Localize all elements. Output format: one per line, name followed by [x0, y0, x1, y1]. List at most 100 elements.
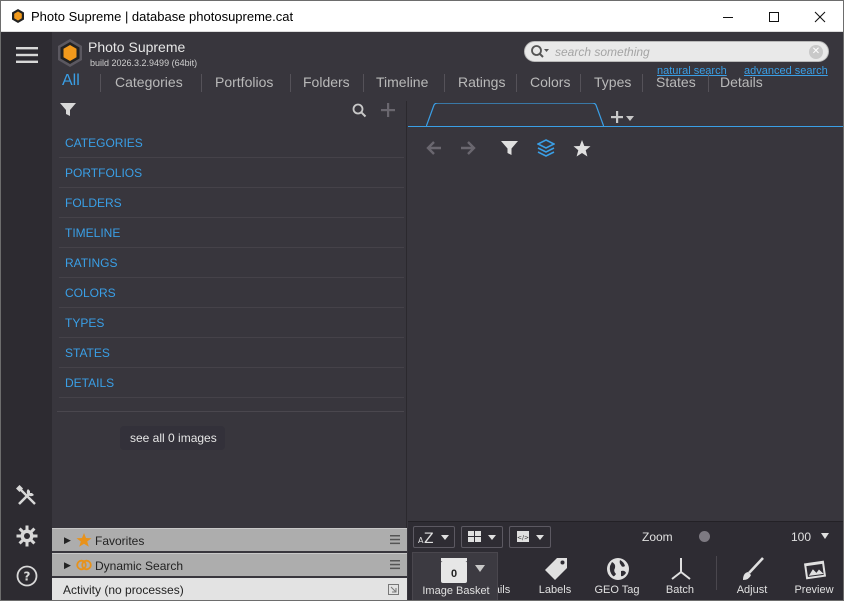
overlay-button[interactable]: </> [509, 526, 551, 548]
tab-folders[interactable]: Folders [303, 74, 350, 90]
close-icon [814, 11, 826, 22]
menu-lines-icon[interactable] [390, 559, 400, 570]
layers-icon [537, 139, 555, 157]
tab-ratings[interactable]: Ratings [458, 74, 505, 90]
maximize-button[interactable] [751, 1, 797, 32]
tab-strip-line [408, 126, 843, 127]
divider [57, 411, 404, 412]
catalog-panel: CATEGORIES PORTFOLIOS FOLDERS TIMELINE R… [52, 101, 407, 528]
expand-window-icon[interactable] [388, 584, 399, 595]
photo-supreme-logo-icon [58, 39, 82, 67]
tool-label: GEO Tag [594, 584, 640, 596]
dynamic-search-strip[interactable]: ▶ Dynamic Search [52, 553, 407, 576]
expand-arrow-icon[interactable]: ▶ [64, 560, 71, 571]
batch-icon [671, 558, 691, 580]
list-item-colors[interactable]: COLORS [59, 278, 404, 308]
sort-button[interactable]: A Z [413, 526, 455, 548]
tab-separator [516, 74, 517, 92]
filter-button[interactable] [498, 137, 520, 159]
see-all-images-button[interactable]: see all 0 images [120, 426, 225, 450]
star-icon [76, 533, 92, 547]
globe-icon [607, 558, 629, 580]
list-item-folders[interactable]: FOLDERS [59, 188, 404, 218]
tool-adjust[interactable]: Adjust [722, 556, 782, 598]
dynamic-search-label: Dynamic Search [95, 559, 184, 573]
tag-icon [545, 558, 567, 580]
tool-batch[interactable]: Batch [650, 556, 710, 598]
tool-separator [716, 556, 717, 590]
filter-icon [500, 140, 518, 155]
hamburger-menu-button[interactable] [14, 42, 40, 68]
search-icon[interactable] [352, 103, 367, 118]
bottom-toolbar: A Z </> Zoom 100 ails 0 Image Basket Lab… [408, 521, 843, 600]
forward-button[interactable] [457, 137, 479, 159]
tool-label: Labels [538, 584, 572, 596]
svg-text:?: ? [24, 570, 31, 584]
clear-search-icon[interactable]: ✕ [809, 45, 823, 59]
list-item-portfolios[interactable]: PORTFOLIOS [59, 158, 404, 188]
view-tab[interactable] [426, 103, 604, 127]
list-item-details[interactable]: DETAILS [59, 368, 404, 398]
linked-rings-icon [76, 559, 92, 571]
back-button[interactable] [423, 137, 445, 159]
tab-states[interactable]: States [656, 74, 696, 90]
list-item-states[interactable]: STATES [59, 338, 404, 368]
menu-lines-icon[interactable] [390, 534, 400, 545]
list-item-ratings[interactable]: RATINGS [59, 248, 404, 278]
window-title: Photo Supreme | database photosupreme.ca… [31, 9, 294, 24]
zoom-label: Zoom [642, 530, 673, 544]
list-item-categories[interactable]: CATEGORIES [59, 128, 404, 158]
category-list: CATEGORIES PORTFOLIOS FOLDERS TIMELINE R… [59, 128, 404, 398]
list-item-types[interactable]: TYPES [59, 308, 404, 338]
zoom-slider[interactable] [699, 531, 710, 542]
tool-labels[interactable]: Labels [525, 556, 585, 598]
arrow-right-icon [461, 141, 476, 155]
tab-separator [201, 74, 202, 92]
tool-label: Adjust [736, 584, 768, 596]
search-input[interactable]: search something [555, 45, 650, 59]
expand-arrow-icon[interactable]: ▶ [64, 535, 71, 546]
search-box[interactable]: search something ✕ [524, 41, 829, 62]
tab-timeline[interactable]: Timeline [376, 74, 428, 90]
gear-icon [16, 525, 38, 547]
tab-separator [100, 74, 101, 92]
tab-details[interactable]: Details [720, 74, 763, 90]
basket-label: Image Basket [422, 585, 490, 597]
help-button[interactable]: ? [14, 563, 40, 589]
tab-portfolios[interactable]: Portfolios [215, 74, 273, 90]
add-icon[interactable] [380, 102, 396, 118]
tool-label: Preview [794, 584, 834, 596]
close-button[interactable] [797, 1, 843, 32]
basket-lid-icon [441, 558, 467, 561]
tool-label: Batch [665, 584, 695, 596]
minimize-button[interactable] [705, 1, 751, 32]
basket-count: 0 [450, 568, 458, 580]
sort-az-icon: A Z [418, 531, 449, 547]
tool-preview[interactable]: Preview [784, 556, 843, 598]
filter-icon[interactable] [60, 103, 76, 117]
tab-types[interactable]: Types [594, 74, 631, 90]
favorites-strip[interactable]: ▶ Favorites [52, 528, 407, 551]
activity-status: Activity (no processes) [63, 583, 184, 597]
maximize-icon [769, 11, 779, 22]
image-view-area [408, 101, 843, 521]
zoom-dropdown-icon[interactable] [821, 533, 829, 539]
tab-categories[interactable]: Categories [115, 74, 183, 90]
layers-button[interactable] [535, 137, 557, 159]
favorite-star-button[interactable] [571, 137, 593, 159]
svg-text:</>: </> [517, 535, 529, 542]
tools-button[interactable] [14, 483, 40, 509]
layout-button[interactable] [461, 526, 503, 548]
image-basket[interactable]: 0 Image Basket [412, 552, 498, 600]
add-tab-icon[interactable] [610, 110, 636, 124]
tab-all[interactable]: All [62, 72, 80, 90]
list-item-timeline[interactable]: TIMELINE [59, 218, 404, 248]
basket-dropdown-icon[interactable] [475, 565, 485, 572]
search-icon[interactable] [530, 44, 550, 60]
basket-icon: 0 [441, 558, 467, 583]
settings-button[interactable] [14, 523, 40, 549]
tool-geo-tag[interactable]: GEO Tag [587, 556, 647, 598]
tab-colors[interactable]: Colors [530, 74, 570, 90]
tab-separator [642, 74, 643, 92]
catalog-toolbar [52, 101, 407, 123]
